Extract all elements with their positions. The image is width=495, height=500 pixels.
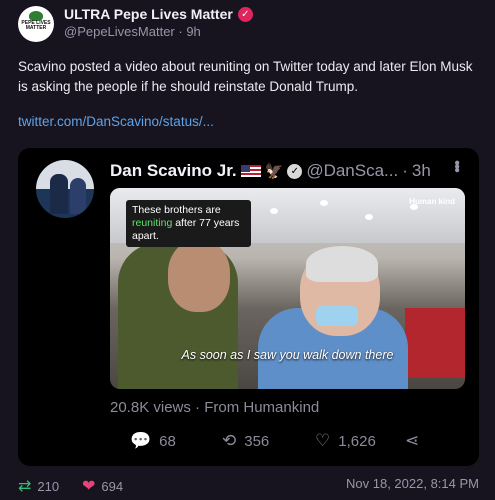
quoted-author-handle[interactable]: @DanSca... xyxy=(306,161,398,181)
post-link[interactable]: twitter.com/DanScavino/status/... xyxy=(18,114,214,129)
more-icon[interactable]: ••• xyxy=(448,160,465,171)
like-icon: ♡ xyxy=(315,431,331,450)
author-name-row[interactable]: ULTRA Pepe Lives Matter ✓ xyxy=(64,6,253,22)
share-button[interactable]: ⋖ xyxy=(405,431,419,451)
quoted-tweet[interactable]: Dan Scavino Jr. 🦅 ✓ @DanSca... · 3h ••• … xyxy=(18,148,479,466)
video-caption-top: These brothers are reuniting after 77 ye… xyxy=(126,200,251,247)
eagle-icon: 🦅 xyxy=(264,163,284,180)
view-count: 20.8K views xyxy=(110,399,191,416)
reply-button[interactable]: 💬 68 xyxy=(130,431,176,451)
share-icon: ⋖ xyxy=(405,431,420,450)
author-avatar[interactable]: PEPE LIVES MATTER xyxy=(18,6,54,42)
post-timestamp[interactable]: Nov 18, 2022, 8:14 PM xyxy=(346,476,479,491)
verified-badge-icon: ✓ xyxy=(287,163,303,179)
verified-badge-icon: ✓ xyxy=(237,6,253,22)
footer-like-count: 694 xyxy=(101,478,124,494)
like-button[interactable]: ♡ 1,626 xyxy=(315,431,376,451)
quoted-author-name[interactable]: Dan Scavino Jr. xyxy=(110,161,237,181)
flag-icon xyxy=(240,165,261,177)
retweet-count: 356 xyxy=(244,432,270,450)
reply-count: 68 xyxy=(159,432,176,450)
heart-icon: ❤ xyxy=(82,478,96,495)
quoted-actions: 💬 68 ⟲ 356 ♡ 1,626 ⋖ xyxy=(110,431,419,453)
reply-icon: 💬 xyxy=(130,431,152,450)
avatar-text: PEPE LIVES MATTER xyxy=(21,20,51,31)
humankind-logo: Human kind xyxy=(409,197,455,206)
quoted-author-row[interactable]: Dan Scavino Jr. 🦅 ✓ @DanSca... · 3h xyxy=(110,161,431,181)
retweet-button[interactable]: ⟲ 356 xyxy=(222,431,269,451)
footer-retweet[interactable]: ⇄ 210 xyxy=(18,476,59,496)
video-source[interactable]: From Humankind xyxy=(204,399,319,416)
footer-like[interactable]: ❤ 694 xyxy=(82,476,123,496)
tweet-card: PEPE LIVES MATTER ULTRA Pepe Lives Matte… xyxy=(0,0,495,500)
author-handle[interactable]: @PepeLivesMatter xyxy=(64,24,175,39)
video-player[interactable]: These brothers are reuniting after 77 ye… xyxy=(110,188,465,389)
author-name[interactable]: ULTRA Pepe Lives Matter xyxy=(64,6,233,22)
post-footer: ⇄ 210 ❤ 694 Nov 18, 2022, 8:14 PM xyxy=(18,476,479,496)
video-caption-bottom: As soon as I saw you walk down there xyxy=(181,348,394,362)
author-handle-row: @PepeLivesMatter · 9h xyxy=(64,24,201,39)
like-count: 1,626 xyxy=(338,432,376,450)
quoted-post-age: 3h xyxy=(411,161,431,180)
retweet-icon: ⇄ xyxy=(18,478,32,495)
footer-retweet-count: 210 xyxy=(37,478,60,494)
video-views-row: 20.8K views · From Humankind xyxy=(110,399,320,416)
post-text: Scavino posted a video about reuniting o… xyxy=(18,59,473,94)
post-age: 9h xyxy=(186,24,201,39)
retweet-icon: ⟲ xyxy=(222,431,237,450)
quoted-author-avatar[interactable] xyxy=(34,158,96,220)
